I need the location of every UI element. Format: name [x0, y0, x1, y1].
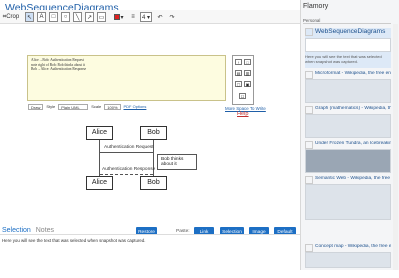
snapshot-title: WebSequenceDiagrams — [315, 28, 386, 35]
text-icon: A — [39, 14, 44, 20]
snapshot-preview — [305, 149, 391, 173]
color-picker[interactable]: ▾ — [113, 12, 125, 22]
snapshot-item[interactable]: Microformat - Wikipedia, the free encycl… — [305, 71, 391, 105]
scale-select[interactable]: 100% — [104, 103, 121, 110]
actor-alice-bottom: Alice — [86, 176, 113, 190]
palette-note-button[interactable]: ▤ — [235, 70, 242, 76]
snapshot-title: Graph (mathematics) - Wikipedia, the fre… — [315, 106, 391, 111]
select-tool[interactable]: ↖ — [25, 12, 34, 22]
snapshot-title: Concept map - Wikipedia, the free encycl… — [315, 244, 391, 249]
shape-palette: ↑ □ ▤ ▥ ▢ ▣ ☐ — [232, 55, 254, 105]
line-tool[interactable]: ╲ — [73, 12, 82, 22]
cursor-icon: ↖ — [26, 14, 33, 21]
draw-button[interactable]: Draw — [28, 103, 44, 110]
snapshot-item[interactable]: Under Frozen Tundra, an Icebreaking Ship… — [305, 141, 391, 175]
snapshot-desc: Here you will see the text that was sele… — [305, 54, 382, 64]
section-header: Personal — [303, 18, 391, 24]
snapshot-thumb — [305, 28, 313, 36]
diagram-text-editor[interactable]: Alice→Bob: Authentication Request note r… — [27, 55, 226, 101]
snapshot-thumb — [305, 106, 313, 114]
arrow-tool[interactable]: ↗ — [85, 12, 94, 22]
snapshot-title: Under Frozen Tundra, an Icebreaking Ship… — [315, 141, 391, 146]
palette-alt-button[interactable]: ▥ — [244, 70, 251, 76]
line-icon: ╲ — [75, 14, 80, 21]
text-tool[interactable]: A — [37, 12, 46, 22]
undo-button[interactable]: ↶ — [156, 12, 164, 22]
selection-panel: Here you will see the text that was sele… — [0, 234, 300, 270]
response-label: Authentication Response — [102, 167, 156, 172]
snapshot-item[interactable]: Semantic Web - Wikipedia, the free encyc… — [305, 176, 391, 220]
editor-line: Bob→Alice: Authentication Response — [31, 67, 87, 72]
selection-text: Here you will see the text that was sele… — [2, 238, 146, 243]
palette-loop-button[interactable]: ▢ — [235, 81, 242, 87]
snapshot-preview — [305, 79, 391, 103]
palette-opt-button[interactable]: ▣ — [244, 81, 251, 87]
ellipse-icon: ○ — [63, 14, 68, 20]
snapshot-item[interactable]: WebSequenceDiagrams Here you will see th… — [305, 28, 391, 68]
rectangle-icon: □ — [51, 14, 56, 20]
diagram-note: Bob thinks about it — [157, 154, 197, 170]
highlight-icon: ▭ — [98, 14, 105, 21]
snapshot-title: Semantic Web - Wikipedia, the free encyc… — [315, 176, 391, 181]
alice-lifeline — [99, 139, 100, 177]
line-width-picker[interactable]: ≡ — [128, 12, 138, 22]
ellipse-tool[interactable]: ○ — [61, 12, 70, 22]
zoom-value: 4 ▾ — [141, 14, 150, 21]
response-arrow — [100, 174, 153, 175]
snapshot-preview — [305, 252, 391, 268]
actor-bob-top: Bob — [140, 126, 167, 140]
help-link[interactable]: Help — [237, 111, 249, 117]
line-width-icon: ≡ — [131, 14, 135, 20]
snapshot-title: Microformat - Wikipedia, the free encycl… — [315, 71, 391, 76]
palette-arrow-button[interactable]: ↑ — [235, 59, 242, 65]
snapshot-preview — [305, 114, 391, 138]
sidebar-scrollbar[interactable] — [393, 24, 398, 270]
message-label: Authentication Request — [104, 145, 154, 150]
snapshot-preview — [305, 184, 391, 220]
rectangle-tool[interactable]: □ — [49, 12, 58, 22]
options-bar: Draw Style Plain UML Scale 100% PDF Opti… — [28, 103, 227, 110]
palette-participant-button[interactable]: ☐ — [239, 93, 246, 99]
style-label: Style — [46, 104, 56, 109]
actor-bob-bottom: Bob — [140, 176, 167, 190]
message-arrow — [100, 152, 153, 153]
snapshot-item[interactable]: Concept map - Wikipedia, the free encycl… — [305, 244, 391, 278]
crop-button[interactable]: ⌗ Crop — [2, 12, 20, 22]
actor-alice-top: Alice — [86, 126, 113, 140]
snapshot-thumb — [305, 176, 313, 184]
color-swatch — [114, 14, 121, 20]
zoom-select[interactable]: 4 ▾ — [140, 12, 152, 22]
palette-box-button[interactable]: □ — [244, 59, 251, 65]
redo-button[interactable]: ↷ — [168, 12, 176, 22]
crop-label: Crop — [6, 14, 20, 20]
scale-label: Scale — [91, 104, 102, 109]
snapshot-thumb — [305, 244, 313, 252]
snapshot-preview — [305, 38, 391, 52]
undo-icon: ↶ — [157, 14, 163, 21]
snapshot-thumb — [305, 71, 313, 79]
tab-notes[interactable]: Notes — [36, 227, 54, 234]
bottom-tabs: Selection Notes — [2, 227, 54, 235]
style-select[interactable]: Plain UML — [58, 103, 89, 110]
redo-icon: ↷ — [169, 14, 175, 21]
toolbar: ⌗ Crop ↖ A □ ○ ╲ ↗ ▭ ▾ ≡ 4 ▾ ↶ ↷ — [0, 10, 300, 24]
sidebar-title: Flamory — [303, 3, 329, 10]
arrow-icon: ↗ — [86, 14, 93, 21]
highlight-tool[interactable]: ▭ — [97, 12, 106, 22]
pdf-options-link[interactable]: PDF Options — [124, 104, 147, 109]
snapshot-thumb — [305, 141, 313, 149]
snapshot-item[interactable]: Graph (mathematics) - Wikipedia, the fre… — [305, 106, 391, 140]
